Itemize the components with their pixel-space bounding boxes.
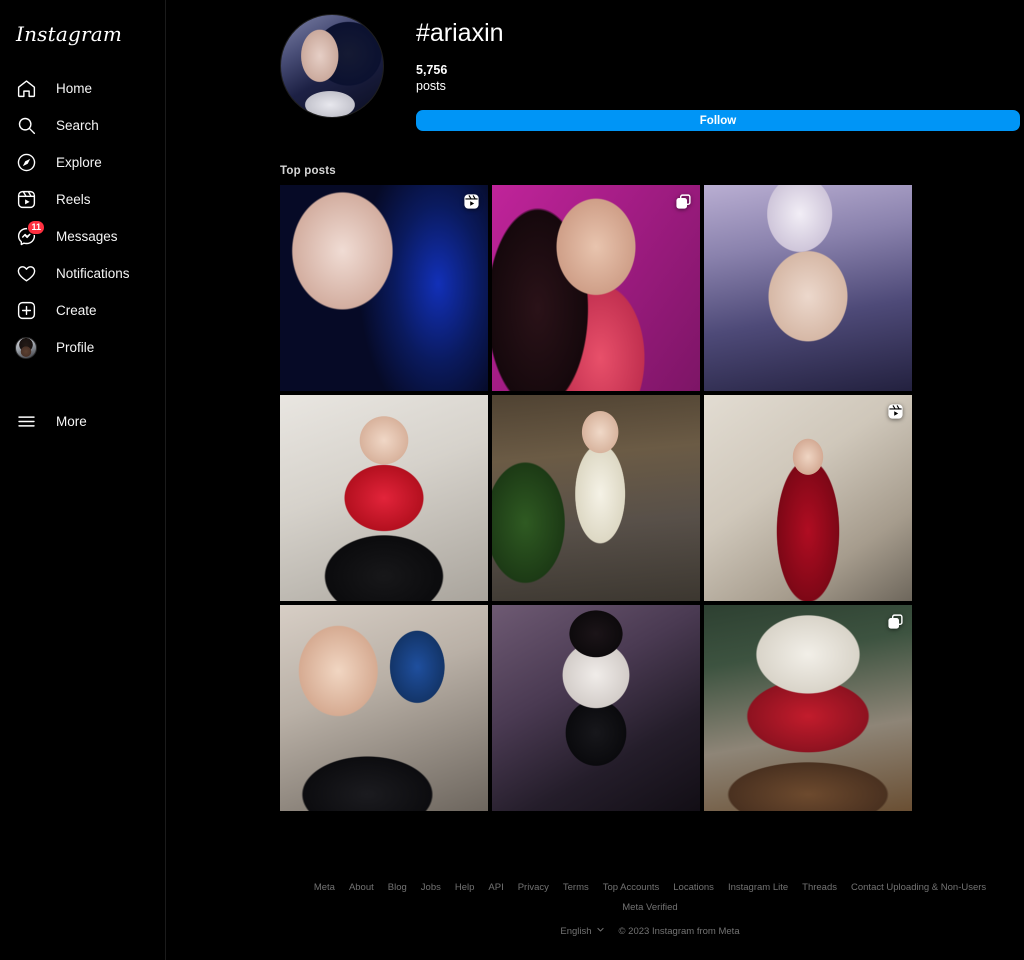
sidebar-nav: Home Search Explore Reels 11 Messages No… xyxy=(0,70,166,366)
sidebar-item-messages[interactable]: 11 Messages xyxy=(0,218,166,255)
post-thumbnail xyxy=(280,605,488,812)
sidebar-item-notifications[interactable]: Notifications xyxy=(0,255,166,292)
posts-grid xyxy=(280,185,912,812)
sidebar: Instagram Home Search Explore Reels 11 M… xyxy=(0,0,166,960)
footer-link-jobs[interactable]: Jobs xyxy=(414,878,448,898)
sidebar-item-label: Profile xyxy=(56,340,95,355)
heart-icon xyxy=(14,262,38,286)
footer-link-api[interactable]: API xyxy=(481,878,510,898)
footer-link-privacy[interactable]: Privacy xyxy=(511,878,556,898)
post-thumbnail xyxy=(280,395,488,602)
language-selector[interactable]: English xyxy=(560,925,604,937)
sidebar-item-label: Notifications xyxy=(56,266,130,281)
post-thumbnail xyxy=(492,185,700,392)
grid-post-9[interactable] xyxy=(704,605,912,812)
profile-avatar-icon xyxy=(14,336,38,360)
search-icon xyxy=(14,114,38,138)
hamburger-icon xyxy=(14,410,38,434)
post-count-label: posts xyxy=(416,79,446,94)
sidebar-item-search[interactable]: Search xyxy=(0,107,166,144)
sidebar-item-label: Explore xyxy=(56,155,102,170)
sidebar-item-profile[interactable]: Profile xyxy=(0,329,166,366)
footer-link-threads[interactable]: Threads xyxy=(795,878,844,898)
copyright-text: © 2023 Instagram from Meta xyxy=(618,925,740,937)
hashtag-avatar xyxy=(280,14,384,118)
post-count: 5,756 xyxy=(416,62,448,77)
footer-link-about[interactable]: About xyxy=(342,878,381,898)
post-thumbnail xyxy=(492,605,700,812)
main-content: #ariaxin 5,756 posts Follow Top posts Me… xyxy=(166,0,1024,960)
sidebar-item-create[interactable]: Create xyxy=(0,292,166,329)
post-thumbnail xyxy=(704,605,912,812)
footer: Meta About Blog Jobs Help API Privacy Te… xyxy=(280,878,1020,937)
sidebar-item-more[interactable]: More xyxy=(0,403,166,440)
chevron-down-icon xyxy=(596,925,605,937)
compass-icon xyxy=(14,151,38,175)
footer-link-meta[interactable]: Meta xyxy=(307,878,342,898)
sidebar-item-label: Search xyxy=(56,118,99,133)
follow-button[interactable]: Follow xyxy=(416,110,1020,132)
sidebar-item-label: More xyxy=(56,414,87,429)
hashtag-header: #ariaxin 5,756 posts Follow xyxy=(280,0,1020,132)
post-thumbnail xyxy=(704,395,912,602)
footer-link-terms[interactable]: Terms xyxy=(556,878,596,898)
instagram-hashtag-page: Instagram Home Search Explore Reels 11 M… xyxy=(0,0,1024,960)
grid-post-6[interactable] xyxy=(704,395,912,602)
post-thumbnail xyxy=(704,185,912,392)
avatar xyxy=(15,336,37,359)
home-icon xyxy=(14,77,38,101)
sidebar-item-label: Home xyxy=(56,81,93,96)
post-thumbnail xyxy=(280,185,488,392)
sidebar-more-section: More xyxy=(0,403,166,440)
grid-post-1[interactable] xyxy=(280,185,488,392)
hashtag-container: #ariaxin 5,756 posts Follow Top posts xyxy=(280,0,1020,812)
sidebar-item-label: Reels xyxy=(56,192,91,207)
grid-post-8[interactable] xyxy=(492,605,700,812)
sidebar-item-explore[interactable]: Explore xyxy=(0,144,166,181)
hashtag-info: #ariaxin 5,756 posts Follow xyxy=(416,14,1020,132)
footer-link-instagram-lite[interactable]: Instagram Lite xyxy=(721,878,795,898)
language-label: English xyxy=(560,925,592,937)
grid-post-7[interactable] xyxy=(280,605,488,812)
page-title: #ariaxin xyxy=(416,19,504,47)
instagram-logo[interactable]: Instagram xyxy=(16,22,122,46)
grid-post-3[interactable] xyxy=(704,185,912,392)
top-posts-label: Top posts xyxy=(280,165,336,178)
messenger-icon: 11 xyxy=(14,219,45,249)
footer-link-help[interactable]: Help xyxy=(448,878,482,898)
messages-unread-badge: 11 xyxy=(27,219,45,235)
reels-icon xyxy=(14,188,38,212)
grid-post-4[interactable] xyxy=(280,395,488,602)
footer-bottom: English © 2023 Instagram from Meta xyxy=(280,925,1020,937)
sidebar-item-label: Create xyxy=(56,303,97,318)
sidebar-item-home[interactable]: Home xyxy=(0,70,166,107)
footer-link-blog[interactable]: Blog xyxy=(381,878,414,898)
plus-square-icon xyxy=(14,299,38,323)
grid-post-5[interactable] xyxy=(492,395,700,602)
footer-links: Meta About Blog Jobs Help API Privacy Te… xyxy=(280,878,1020,918)
footer-link-top-accounts[interactable]: Top Accounts xyxy=(596,878,667,898)
footer-link-contact-uploading[interactable]: Contact Uploading & Non-Users xyxy=(844,878,993,898)
footer-link-meta-verified[interactable]: Meta Verified xyxy=(615,898,684,918)
sidebar-item-label: Messages xyxy=(56,229,118,244)
post-thumbnail xyxy=(492,395,700,602)
sidebar-item-reels[interactable]: Reels xyxy=(0,181,166,218)
grid-post-2[interactable] xyxy=(492,185,700,392)
footer-link-locations[interactable]: Locations xyxy=(666,878,721,898)
